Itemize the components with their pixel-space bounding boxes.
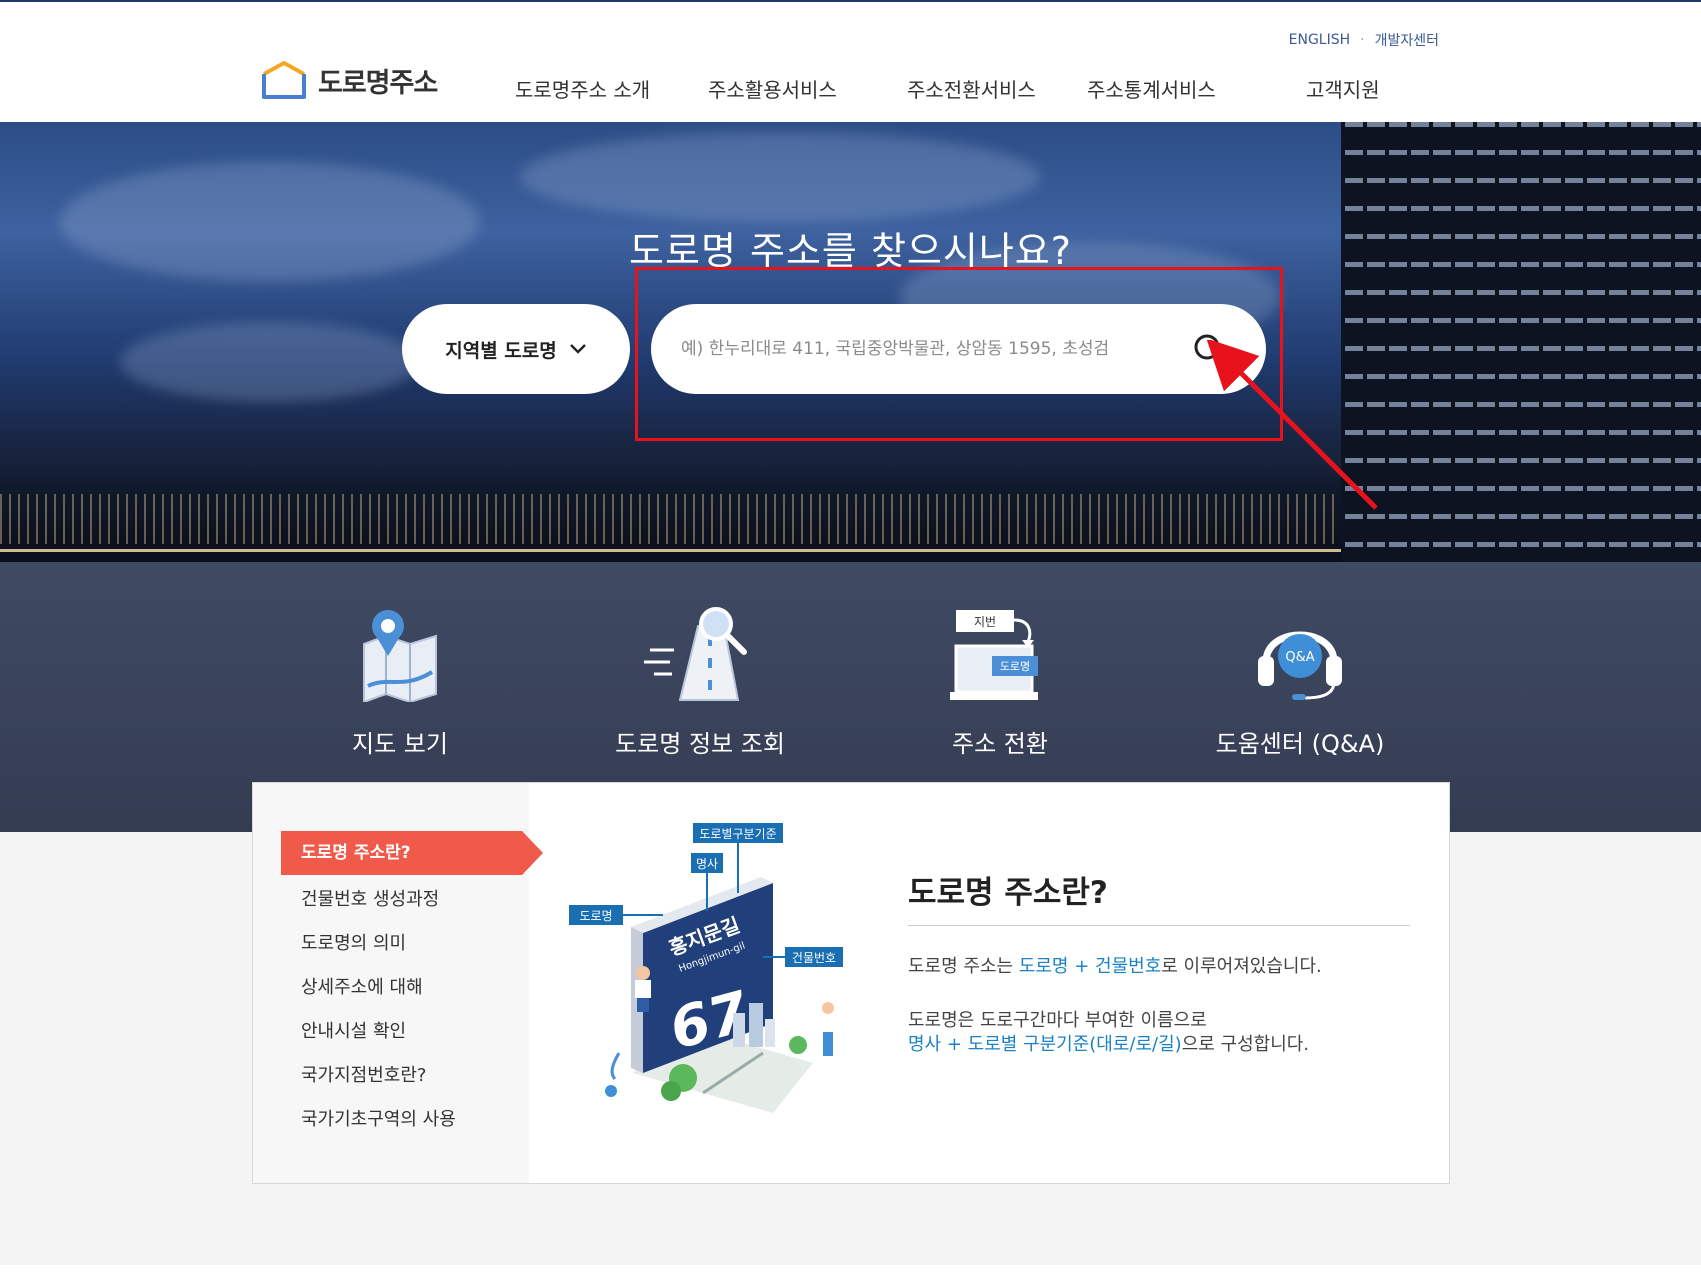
content-divider bbox=[908, 925, 1410, 926]
office-tower-grid bbox=[1341, 122, 1701, 562]
tag-road-text: 도로명 bbox=[579, 909, 612, 923]
nav-customer-support[interactable]: 고객지원 bbox=[1306, 74, 1380, 103]
road-badge-text: 도로명 bbox=[1000, 660, 1030, 673]
english-link[interactable]: ENGLISH bbox=[1289, 32, 1351, 48]
road-address-info-card: 도로명 주소란? 건물번호 생성과정 도로명의 의미 상세주소에 대해 안내시설… bbox=[252, 782, 1450, 1184]
nav-conversion-service[interactable]: 주소전환서비스 bbox=[907, 74, 1036, 103]
content-text: 도로명 주소는 bbox=[908, 956, 1019, 977]
content-paragraph-2-line-2: 명사 + 도로별 구분기준(대로/로/길)으로 구성합니다. bbox=[908, 1033, 1309, 1057]
house-logo-icon bbox=[262, 61, 306, 99]
quick-link-label: 지도 보기 bbox=[352, 730, 448, 758]
sidebar-item-what-is-road-address[interactable]: 도로명 주소란? bbox=[281, 831, 543, 875]
region-select-label: 지역별 도로명 bbox=[445, 339, 557, 362]
cloud-decoration bbox=[520, 132, 1040, 222]
cloud-decoration bbox=[120, 322, 420, 402]
tag-criteria-text: 도로별구분기준 bbox=[699, 827, 776, 841]
site-header: ENGLISH · 개발자센터 도로명주소 도로명주소 소개 주소활용서비스 주… bbox=[0, 2, 1701, 122]
sidebar-item-building-number[interactable]: 건물번호 생성과정 bbox=[301, 885, 439, 911]
content-highlight: 명사 + 도로별 구분기준(대로/로/길) bbox=[908, 1034, 1182, 1055]
qa-badge-text: Q&A bbox=[1285, 650, 1314, 665]
quick-link-label: 주소 전환 bbox=[952, 730, 1048, 758]
nav-statistics-service[interactable]: 주소통계서비스 bbox=[1087, 74, 1216, 103]
sidebar-item-road-name-meaning[interactable]: 도로명의 의미 bbox=[301, 929, 406, 955]
info-sidebar: 도로명 주소란? 건물번호 생성과정 도로명의 의미 상세주소에 대해 안내시설… bbox=[253, 783, 543, 1183]
content-title: 도로명 주소란? bbox=[908, 875, 1108, 911]
logo-text: 도로명주소 bbox=[318, 67, 438, 99]
separator-dot: · bbox=[1360, 32, 1365, 48]
content-paragraph-1: 도로명 주소는 도로명 + 건물번호로 이루어져있습니다. bbox=[908, 955, 1322, 979]
headset-qa-icon: Q&A bbox=[1258, 631, 1342, 700]
city-lights bbox=[0, 494, 1345, 544]
utility-links: ENGLISH · 개발자센터 bbox=[1289, 30, 1439, 50]
quick-link-label: 도로명 정보 조회 bbox=[615, 730, 785, 758]
content-paragraph-2-line-1: 도로명은 도로구간마다 부여한 이름으로 bbox=[908, 1010, 1207, 1031]
site-logo[interactable]: 도로명주소 bbox=[260, 60, 438, 100]
chevron-down-icon bbox=[569, 344, 586, 354]
address-convert-icon: 지번 도로명 bbox=[950, 610, 1038, 700]
nav-usage-service[interactable]: 주소활용서비스 bbox=[708, 74, 837, 103]
developer-center-link[interactable]: 개발자센터 bbox=[1375, 30, 1439, 50]
bridge-lights bbox=[0, 549, 1345, 552]
quick-link-label: 도움센터 (Q&A) bbox=[1215, 730, 1385, 758]
quick-link-map[interactable]: 지도 보기 bbox=[320, 602, 480, 759]
tag-building-number-text: 건물번호 bbox=[792, 951, 836, 965]
content-text: 로 이루어져있습니다. bbox=[1161, 956, 1322, 977]
annotation-arrow-icon bbox=[1206, 340, 1378, 510]
annotation-highlight-box bbox=[635, 267, 1283, 441]
tag-noun-text: 명사 bbox=[696, 857, 718, 871]
footer-strip bbox=[0, 1265, 1701, 1287]
jibeon-badge-text: 지번 bbox=[974, 615, 996, 629]
quick-link-help-center[interactable]: Q&A 도움센터 (Q&A) bbox=[1190, 602, 1410, 759]
content-text: 으로 구성합니다. bbox=[1181, 1034, 1310, 1055]
content-highlight: 도로명 + 건물번호 bbox=[1018, 956, 1162, 977]
sidebar-item-national-basic-zone[interactable]: 국가기초구역의 사용 bbox=[301, 1105, 456, 1131]
road-sign-illustration: 홍지문길 Hongjimun-gil 67 도로별구분기준 명사 도로명 건물번… bbox=[569, 823, 843, 1113]
sidebar-item-guide-facility[interactable]: 안내시설 확인 bbox=[301, 1017, 406, 1043]
sidebar-item-national-point-number[interactable]: 국가지점번호란? bbox=[301, 1061, 426, 1087]
sidebar-item-detail-address[interactable]: 상세주소에 대해 bbox=[301, 973, 423, 999]
quick-link-road-info[interactable]: 도로명 정보 조회 bbox=[590, 602, 810, 759]
nav-intro[interactable]: 도로명주소 소개 bbox=[515, 74, 650, 103]
road-search-icon bbox=[644, 607, 747, 701]
map-icon bbox=[363, 610, 437, 702]
region-road-select[interactable]: 지역별 도로명 bbox=[402, 304, 630, 394]
quick-link-address-convert[interactable]: 지번 도로명 주소 전환 bbox=[920, 602, 1080, 759]
